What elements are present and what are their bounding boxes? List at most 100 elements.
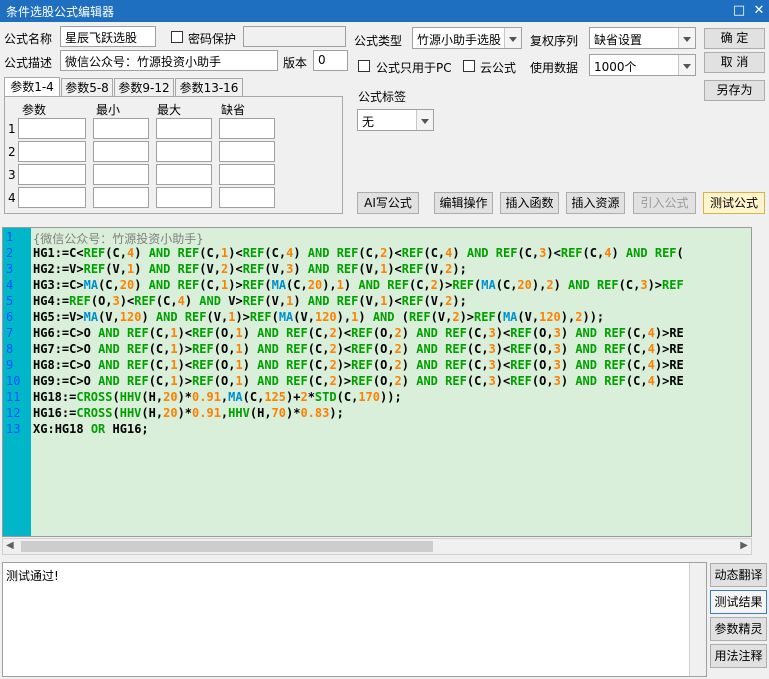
test-formula-button[interactable]: 测试公式: [703, 192, 765, 214]
code-line[interactable]: XG:HG18 OR HG16;: [33, 422, 149, 436]
line-number: 5: [6, 294, 14, 308]
code-line[interactable]: HG3:=C>MA(C,20) AND REF(C,1)>REF(MA(C,20…: [33, 278, 684, 292]
password-checkbox[interactable]: [171, 31, 183, 43]
param-4-default-input[interactable]: [219, 187, 275, 208]
param-4-name-input[interactable]: [18, 187, 86, 208]
code-line[interactable]: HG8:=C>O AND REF(C,1)<REF(O,1) AND REF(C…: [33, 358, 684, 372]
ok-button[interactable]: 确 定: [704, 28, 765, 49]
chevron-down-icon: [504, 28, 521, 48]
param-4-max-input[interactable]: [156, 187, 212, 208]
param-2-name-input[interactable]: [18, 141, 86, 162]
param-row-number: 2: [8, 145, 16, 159]
param-wizard-button[interactable]: 参数精灵: [710, 617, 767, 641]
code-line[interactable]: HG7:=C>O AND REF(C,1)>REF(O,1) AND REF(C…: [33, 342, 684, 356]
formula-type-label: 公式类型: [354, 34, 403, 48]
line-number: 12: [6, 406, 21, 420]
code-line[interactable]: HG16:=CROSS(HHV(H,20)*0.91,HHV(H,70)*0.8…: [33, 406, 344, 420]
use-data-select[interactable]: 1000个: [589, 54, 696, 76]
version-input[interactable]: 0: [313, 50, 348, 71]
scroll-thumb[interactable]: [21, 541, 433, 552]
formula-tag-value: 无: [362, 115, 375, 129]
output-text: 测试通过!: [6, 569, 59, 583]
line-number: 11: [6, 390, 21, 404]
fuquan-label: 复权序列: [530, 34, 579, 48]
line-number: 1: [6, 230, 14, 244]
cloud-checkbox[interactable]: [463, 60, 475, 72]
insert-function-button[interactable]: 插入函数: [500, 192, 559, 214]
code-line[interactable]: HG5:=V>MA(V,120) AND REF(V,1)>REF(MA(V,1…: [33, 310, 604, 324]
vertical-scrollbar[interactable]: [753, 227, 769, 537]
line-number: 7: [6, 326, 14, 340]
line-number: 10: [6, 374, 21, 388]
param-3-name-input[interactable]: [18, 164, 86, 185]
fuquan-select[interactable]: 缺省设置: [589, 27, 696, 49]
dynamic-translate-button[interactable]: 动态翻译: [710, 563, 767, 587]
scroll-left-icon[interactable]: ◀: [6, 540, 14, 551]
insert-resource-button[interactable]: 插入资源: [566, 192, 625, 214]
import-formula-button[interactable]: 引入公式: [633, 192, 696, 214]
pc-only-checkbox[interactable]: [358, 60, 370, 72]
code-line[interactable]: HG1:=C<REF(C,4) AND REF(C,1)<REF(C,4) AN…: [33, 246, 684, 260]
edit-ops-button[interactable]: 编辑操作: [434, 192, 493, 214]
output-pane: 测试通过!: [2, 562, 707, 677]
line-number: 9: [6, 358, 14, 372]
param-4-min-input[interactable]: [93, 187, 149, 208]
use-data-label: 使用数据: [530, 61, 579, 75]
usage-notes-button[interactable]: 用法注释: [710, 644, 767, 668]
scroll-right-icon[interactable]: ▶: [740, 540, 748, 551]
line-number: 2: [6, 246, 14, 260]
tab-params-1-4[interactable]: 参数1-4: [4, 77, 60, 97]
param-3-min-input[interactable]: [93, 164, 149, 185]
tab-params-5-8[interactable]: 参数5-8: [61, 78, 113, 97]
chevron-down-icon: [678, 55, 695, 75]
code-line[interactable]: HG2:=V>REF(V,1) AND REF(V,2)<REF(V,3) AN…: [33, 262, 467, 276]
param-header-default: 缺省: [221, 103, 246, 117]
param-2-min-input[interactable]: [93, 141, 149, 162]
param-3-default-input[interactable]: [219, 164, 275, 185]
cancel-button[interactable]: 取 消: [704, 52, 765, 73]
formula-desc-input[interactable]: 微信公众号：竹源投资小助手: [60, 50, 278, 71]
formula-type-value: 竹源小助手选股: [417, 33, 502, 47]
formula-tag-label: 公式标签: [358, 90, 407, 104]
param-header-min: 最小: [96, 103, 121, 117]
test-result-button[interactable]: 测试结果: [710, 590, 767, 614]
code-line[interactable]: HG4:=REF(O,3)<REF(C,4) AND V>REF(V,1) AN…: [33, 294, 467, 308]
fuquan-value: 缺省设置: [594, 33, 643, 47]
param-row-number: 1: [8, 122, 16, 136]
code-line[interactable]: HG9:=C>O AND REF(C,1)>REF(O,1) AND REF(C…: [33, 374, 684, 388]
horizontal-scrollbar[interactable]: ◀ ▶: [2, 538, 752, 555]
close-icon[interactable]: ✕: [750, 2, 768, 20]
formula-tag-select[interactable]: 无: [357, 109, 434, 131]
code-line[interactable]: HG18:=CROSS(HHV(H,20)*0.91,MA(C,125)+2*S…: [33, 390, 402, 404]
param-1-name-input[interactable]: [18, 118, 86, 139]
param-2-max-input[interactable]: [156, 141, 212, 162]
param-1-default-input[interactable]: [219, 118, 275, 139]
param-row-number: 4: [8, 191, 16, 205]
cloud-label: 云公式: [480, 61, 517, 75]
output-scrollbar[interactable]: [689, 563, 706, 676]
chevron-down-icon: [416, 110, 433, 130]
line-number: 4: [6, 278, 14, 292]
ai-write-button[interactable]: AI写公式: [357, 192, 419, 214]
param-1-max-input[interactable]: [156, 118, 212, 139]
param-3-max-input[interactable]: [156, 164, 212, 185]
param-header-name: 参数: [22, 103, 47, 117]
code-editor[interactable]: 1 {微信公众号：竹源投资小助手} 2 HG1:=C<REF(C,4) AND REF…: [2, 227, 752, 537]
maximize-icon[interactable]: □: [730, 2, 748, 20]
formula-name-input[interactable]: 星辰飞跃选股: [60, 26, 156, 47]
code-line[interactable]: {微信公众号：竹源投资小助手}: [33, 230, 203, 247]
pc-only-label: 公式只用于PC: [376, 61, 452, 75]
tab-params-13-16[interactable]: 参数13-16: [175, 78, 243, 97]
param-1-min-input[interactable]: [93, 118, 149, 139]
formula-desc-label: 公式描述: [4, 56, 53, 70]
param-2-default-input[interactable]: [219, 141, 275, 162]
param-header-max: 最大: [157, 103, 182, 117]
param-row-number: 3: [8, 168, 16, 182]
chevron-down-icon: [678, 28, 695, 48]
line-number: 8: [6, 342, 14, 356]
save-as-button[interactable]: 另存为: [704, 80, 765, 101]
code-line[interactable]: HG6:=C>O AND REF(C,1)<REF(O,1) AND REF(C…: [33, 326, 684, 340]
tab-params-9-12[interactable]: 参数9-12: [114, 78, 174, 97]
password-input[interactable]: [243, 26, 346, 47]
formula-type-select[interactable]: 竹源小助手选股: [412, 27, 522, 49]
